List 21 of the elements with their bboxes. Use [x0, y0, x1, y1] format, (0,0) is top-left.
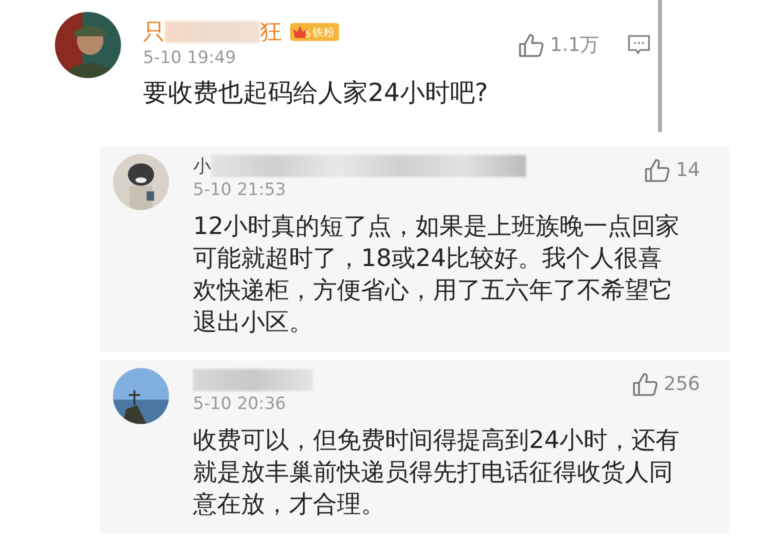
thumbs-up-icon[interactable] [518, 32, 544, 58]
like-count: 1.1万 [550, 33, 600, 58]
reply-text-line: 意在放，才合理。 [193, 489, 385, 520]
user-name[interactable]: 狂 [260, 17, 282, 47]
user-name[interactable]: 小 [193, 154, 211, 178]
reply-text-line: 退出小区。 [193, 307, 313, 338]
like-count: 256 [664, 373, 700, 395]
reply-text-line: 12小时真的短了点，如果是上班族晚一点回家 [193, 211, 680, 242]
thumbs-up-icon[interactable] [644, 157, 670, 183]
user-name[interactable]: 只 [143, 17, 165, 47]
reply-text-line: 欢快递柜，方便省心，用了五六年了不希望它 [193, 275, 673, 306]
reply-text-line: 就是放丰巢前快递员得先打电话征得收货人同 [193, 457, 673, 488]
reply-time: 5-10 21:53 [193, 180, 287, 200]
thumbs-up-icon[interactable] [632, 371, 658, 397]
comment-time: 5-10 19:49 [143, 48, 237, 68]
reply-text-line: 收费可以，但免费时间得提高到24小时，还有 [193, 425, 680, 456]
like-count: 14 [676, 159, 700, 181]
reply-text-line: 可能就超时了，18或24比较好。我个人很喜 [193, 243, 662, 274]
comment-icon[interactable] [627, 34, 652, 56]
reply-time: 5-10 20:36 [193, 394, 287, 414]
comment-text: 要收费也起码给人家24小时吧? [143, 77, 490, 109]
